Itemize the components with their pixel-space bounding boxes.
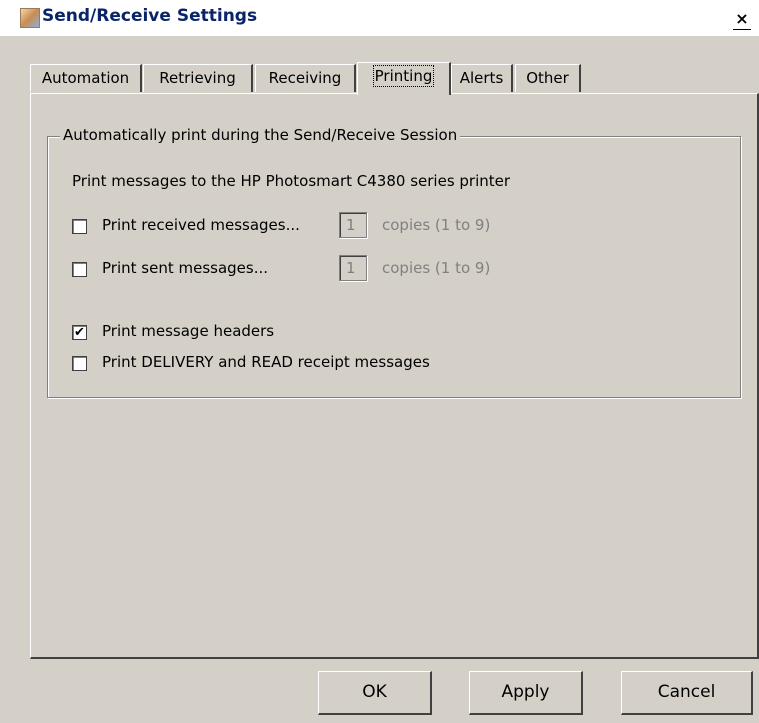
app-logo-icon <box>20 8 40 28</box>
print-sent-label[interactable]: Print sent messages... <box>102 259 268 277</box>
auto-print-group: Automatically print during the Send/Rece… <box>47 126 741 398</box>
tab-bar: Automation Retrieving Receiving Printing… <box>30 62 730 95</box>
print-received-label[interactable]: Print received messages... <box>102 216 300 234</box>
tab-label: Alerts <box>459 69 504 87</box>
received-copies-hint: copies (1 to 9) <box>382 216 491 234</box>
window-title: Send/Receive Settings <box>42 6 258 26</box>
settings-dialog: Send/Receive Settings × Automation Retri… <box>0 0 759 723</box>
print-headers-label[interactable]: Print message headers <box>102 322 274 340</box>
group-title: Automatically print during the Send/Rece… <box>60 126 461 144</box>
print-received-row: Print received messages... 1 copies (1 t… <box>72 212 712 238</box>
printing-panel: Automatically print during the Send/Rece… <box>30 93 759 659</box>
tab-label: Automation <box>41 69 130 87</box>
tab-label: Retrieving <box>159 69 236 87</box>
tab-label: Receiving <box>268 69 342 87</box>
ok-button[interactable]: OK <box>318 671 432 715</box>
tab-other[interactable]: Other <box>515 64 581 92</box>
sent-copies-input[interactable]: 1 <box>339 255 367 281</box>
printer-description: Print messages to the HP Photosmart C438… <box>72 172 511 190</box>
sent-copies-hint: copies (1 to 9) <box>382 259 491 277</box>
tab-label: Printing <box>372 65 435 87</box>
apply-button[interactable]: Apply <box>469 671 583 715</box>
tab-label: Other <box>526 69 569 87</box>
tab-automation[interactable]: Automation <box>30 64 142 92</box>
tab-alerts[interactable]: Alerts <box>451 64 513 92</box>
print-receipts-label[interactable]: Print DELIVERY and READ receipt messages <box>102 353 430 371</box>
tab-retrieving[interactable]: Retrieving <box>143 64 253 92</box>
print-receipts-row: Print DELIVERY and READ receipt messages <box>72 353 712 375</box>
print-sent-row: Print sent messages... 1 copies (1 to 9) <box>72 255 712 281</box>
tab-receiving[interactable]: Receiving <box>255 64 356 92</box>
cancel-button[interactable]: Cancel <box>621 671 753 715</box>
tab-printing[interactable]: Printing <box>357 62 451 95</box>
close-icon[interactable]: × <box>733 10 751 30</box>
print-headers-checkbox[interactable]: ✔ <box>72 325 87 340</box>
title-bar: Send/Receive Settings × <box>0 0 759 36</box>
print-headers-row: ✔ Print message headers <box>72 322 712 344</box>
print-sent-checkbox[interactable] <box>72 262 87 277</box>
received-copies-input[interactable]: 1 <box>339 212 367 238</box>
print-receipts-checkbox[interactable] <box>72 356 87 371</box>
print-received-checkbox[interactable] <box>72 219 87 234</box>
